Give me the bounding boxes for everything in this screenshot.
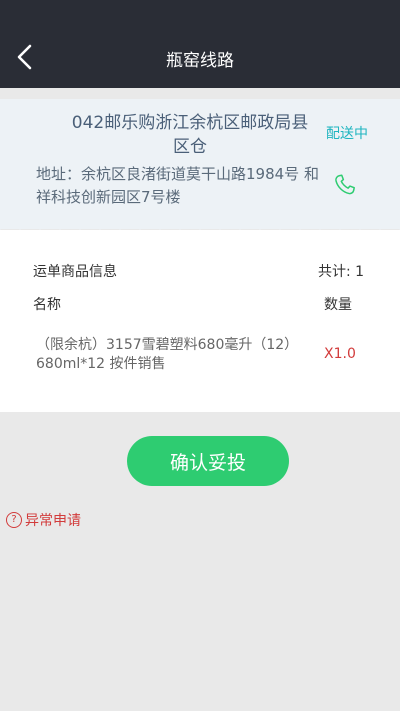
status-badge: 配送中 — [326, 126, 368, 142]
column-name-header: 名称 — [33, 297, 61, 313]
store-name: 042邮乐购浙江余杭区邮政局县区仓 — [71, 113, 309, 157]
goods-total: 共计: 1 — [318, 264, 365, 280]
goods-panel: 运单商品信息 共计: 1 名称 数量 （限余杭）3157雪碧塑料680毫升（12… — [0, 230, 400, 412]
phone-button[interactable] — [332, 172, 358, 198]
phone-icon — [335, 174, 355, 195]
goods-item-name: （限余杭）3157雪碧塑料680毫升（12）680ml*12 按件销售 — [36, 337, 292, 372]
exception-request-link[interactable]: ? 异常申请 — [6, 510, 81, 530]
store-card: 042邮乐购浙江余杭区邮政局县区仓 配送中 地址：余杭区良渚街道莫干山路1984… — [0, 99, 400, 229]
ticket-edge — [0, 212, 400, 230]
confirm-delivery-button[interactable]: 确认妥投 — [127, 436, 289, 486]
question-circle-icon: ? — [6, 512, 22, 528]
app-header: 瓶窑线路 — [0, 0, 400, 88]
column-qty-header: 数量 — [324, 297, 352, 313]
page-title: 瓶窑线路 — [166, 51, 234, 71]
goods-section-title: 运单商品信息 — [33, 264, 117, 280]
exception-request-label: 异常申请 — [25, 513, 81, 529]
store-address: 地址：余杭区良渚街道莫干山路1984号 和祥科技创新园区7号楼 — [36, 165, 319, 206]
goods-item-qty: X1.0 — [324, 346, 356, 362]
